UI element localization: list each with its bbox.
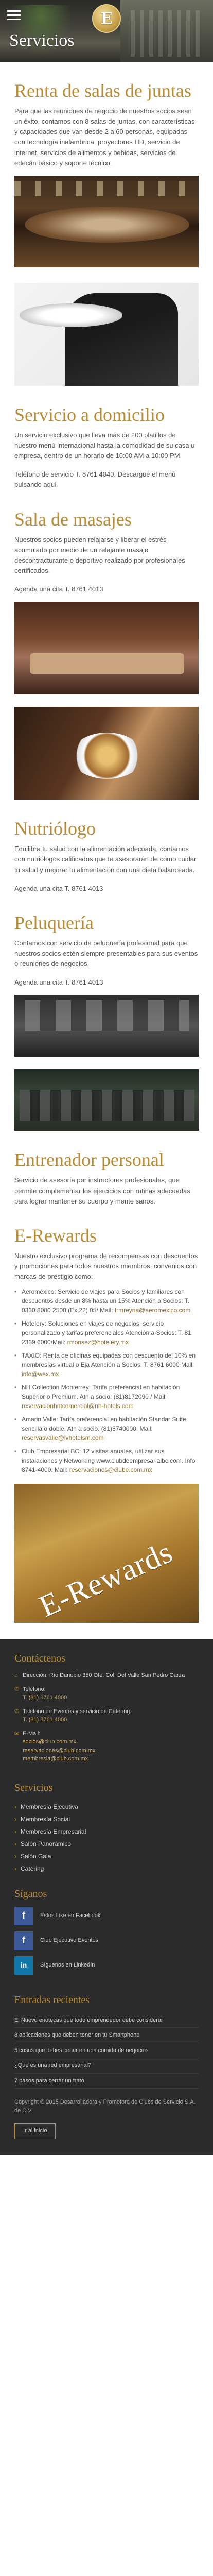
logo-letter: E [100,9,113,28]
gym-photo [14,1069,199,1131]
linkedin-icon: in [14,1956,33,1975]
email-link[interactable]: frmreyna@aeromexico.com [115,1307,191,1314]
events-phone-row: ✆ Teléfono de Eventos y servicio de Cate… [0,1707,213,1724]
erewards-card-text: E-Rewards [34,1535,178,1623]
section-paragraph: Un servicio exclusivo que lleva más de 2… [14,431,195,460]
meeting-room-photo [14,175,199,267]
appointment-text: Agenda una cita T. 8761 4013 [14,585,103,594]
phone-menu-link[interactable]: Teléfono de servicio T. 8761 4040. Desca… [14,469,199,490]
section-title: Renta de salas de juntas [14,80,191,101]
erewards-card-image: E-Rewards [14,1484,199,1623]
facebook-icon: f [14,1931,33,1950]
section-title: Servicio a domicilio [14,404,165,425]
contact-heading: Contáctenos [14,1653,65,1665]
services-heading: Servicios [14,1782,53,1793]
recent-post-link[interactable]: 7 pasos para cerrar un trato [14,2074,199,2089]
massage-room-photo [14,602,199,695]
list-item: Hotelery: Soluciones en viajes de negoci… [14,1319,199,1347]
footer-nav-item[interactable]: Membresía Empresarial [14,1825,199,1838]
appointment-text: Agenda una cita T. 8761 4013 [14,884,103,892]
recent-post-link[interactable]: 5 cosas que debes cenar en una comida de… [14,2043,199,2059]
social-label: Síguenos en LinkedIn [40,1962,95,1969]
section-salas: Renta de salas de juntas Para que las re… [0,81,213,267]
copyright-text: Copyright © 2015 Desarrolladora y Promot… [14,2099,196,2114]
recent-post-link[interactable]: 8 aplicaciones que deben tener en tu Sma… [14,2028,199,2043]
social-label: Club Ejecutivo Eventos [40,1937,99,1944]
phone-label: Teléfono: [23,1686,46,1692]
email-link[interactable]: membresia@club.com.mx [23,1755,199,1764]
footer-nav-item[interactable]: Catering [14,1862,199,1875]
section-paragraph: Servicio de asesoría por instructores pr… [14,1176,190,1205]
section-paragraph: Nuestros socios pueden relajarse y liber… [14,535,185,574]
club-logo[interactable]: E [92,4,121,33]
address-text: Dirección: Río Danubio 350 Ote. Col. Del… [23,1672,185,1679]
email-link[interactable]: rmonsez@hotelery.mx [67,1338,129,1346]
section-title: Nutriólogo [14,818,96,839]
section-title: Peluquería [14,912,94,933]
section-title: E-Rewards [14,1225,97,1246]
list-item: NH Collection Monterrey: Tarifa preferen… [14,1383,199,1411]
waiter-photo [14,282,199,386]
email-label: E-Mail: [23,1730,41,1737]
list-item: TAXIO: Renta de oficinas equipadas con d… [14,1351,199,1379]
social-links: f Estos Like en Facebook f Club Ejecutiv… [0,1906,213,1975]
erewards-intro: Nuestro exclusivo programa de recompensa… [14,1251,198,1281]
section-entrenador: Entrenador personal Servicio de asesoría… [0,1069,213,1206]
section-paragraph: Equilibra tu salud con la alimentación a… [14,845,197,874]
phone-icon: ✆ [14,1686,20,1692]
hamburger-menu-icon[interactable] [7,10,21,21]
social-label: Estos Like en Facebook [40,1912,101,1919]
facebook-icon: f [14,1906,33,1925]
email-link[interactable]: reservaciones@clube.com.mx [69,1466,152,1473]
back-to-top-button[interactable]: Ir al inicio [14,2123,56,2139]
section-title: Entrenador personal [14,1149,164,1171]
social-link-linkedin[interactable]: in Síguenos en LinkedIn [14,1956,199,1975]
page-title: Servicios [9,31,75,50]
site-footer: Contáctenos ⌂ Dirección: Río Danubio 350… [0,1639,213,2155]
social-link-facebook[interactable]: f Estos Like en Facebook [14,1906,199,1925]
salon-photo [14,995,199,1057]
events-label: Teléfono de Eventos y servicio de Cateri… [23,1708,132,1715]
page-header: E Servicios [0,0,213,62]
recent-post-link[interactable]: ¿Qué es una red empresarial? [14,2058,199,2074]
section-erewards: E-Rewards Nuestro exclusivo programa de … [0,1226,213,1623]
recent-post-link[interactable]: El Nuevo enotecas que todo emprendedor d… [14,2013,199,2028]
email-link[interactable]: info@wex.mx [22,1370,59,1378]
nutrition-photo [14,707,199,800]
erewards-list: Aeroméxico: Servicio de viajes para Soci… [14,1287,199,1475]
email-link[interactable]: socios@club.com.mx [23,1738,199,1747]
email-link[interactable]: reservacionhntcomercial@nh-hotels.com [22,1402,134,1410]
events-phone-link[interactable]: T. (81) 8761 4000 [23,1716,199,1724]
section-domicilio: Servicio a domicilio Un servicio exclusi… [0,282,213,490]
footer-nav-item[interactable]: Membresía Ejecutiva [14,1801,199,1813]
section-peluqueria: Peluquería Contamos con servicio de pelu… [0,913,213,1057]
email-link[interactable]: reservaciones@club.com.mx [23,1747,199,1755]
section-nutriologo: Nutriólogo Equilibra tu salud con la ali… [0,707,213,894]
list-item: Club Empresarial BC: 12 visitas anuales,… [14,1447,199,1475]
list-item: Amarin Valle: Tarifa preferencial en hab… [14,1415,199,1443]
recent-posts-list: El Nuevo enotecas que todo emprendedor d… [0,2013,213,2089]
header-building-image [120,0,213,62]
social-heading: Síganos [14,1888,47,1900]
recent-heading: Entradas recientes [14,1994,90,2006]
section-paragraph: Para que las reuniones de negocio de nue… [14,107,195,167]
phone-link[interactable]: T. (81) 8761 4000 [23,1693,199,1702]
phone-icon: ✆ [14,1708,20,1715]
email-row: ✉ E-Mail: socios@club.com.mx reservacion… [0,1730,213,1764]
address-row: ⌂ Dirección: Río Danubio 350 Ote. Col. D… [0,1671,213,1680]
email-icon: ✉ [14,1730,20,1737]
appointment-text: Agenda una cita T. 8761 4013 [14,978,103,987]
footer-nav-item[interactable]: Membresía Social [14,1813,199,1825]
section-paragraph: Contamos con servicio de peluquería prof… [14,939,198,968]
footer-nav-item[interactable]: Salón Panorámico [14,1838,199,1850]
list-item: Aeroméxico: Servicio de viajes para Soci… [14,1287,199,1315]
social-link-facebook-events[interactable]: f Club Ejecutivo Eventos [14,1931,199,1950]
phone-row: ✆ Teléfono: T. (81) 8761 4000 [0,1685,213,1702]
footer-services-nav: Membresía Ejecutiva Membresía Social Mem… [0,1801,213,1875]
section-title: Sala de masajes [14,509,132,530]
footer-nav-item[interactable]: Salón Gala [14,1850,199,1862]
section-masajes: Sala de masajes Nuestros socios pueden r… [0,510,213,695]
location-icon: ⌂ [14,1672,18,1679]
email-link[interactable]: reservasvalle@lvhotelsm.com [22,1434,104,1442]
